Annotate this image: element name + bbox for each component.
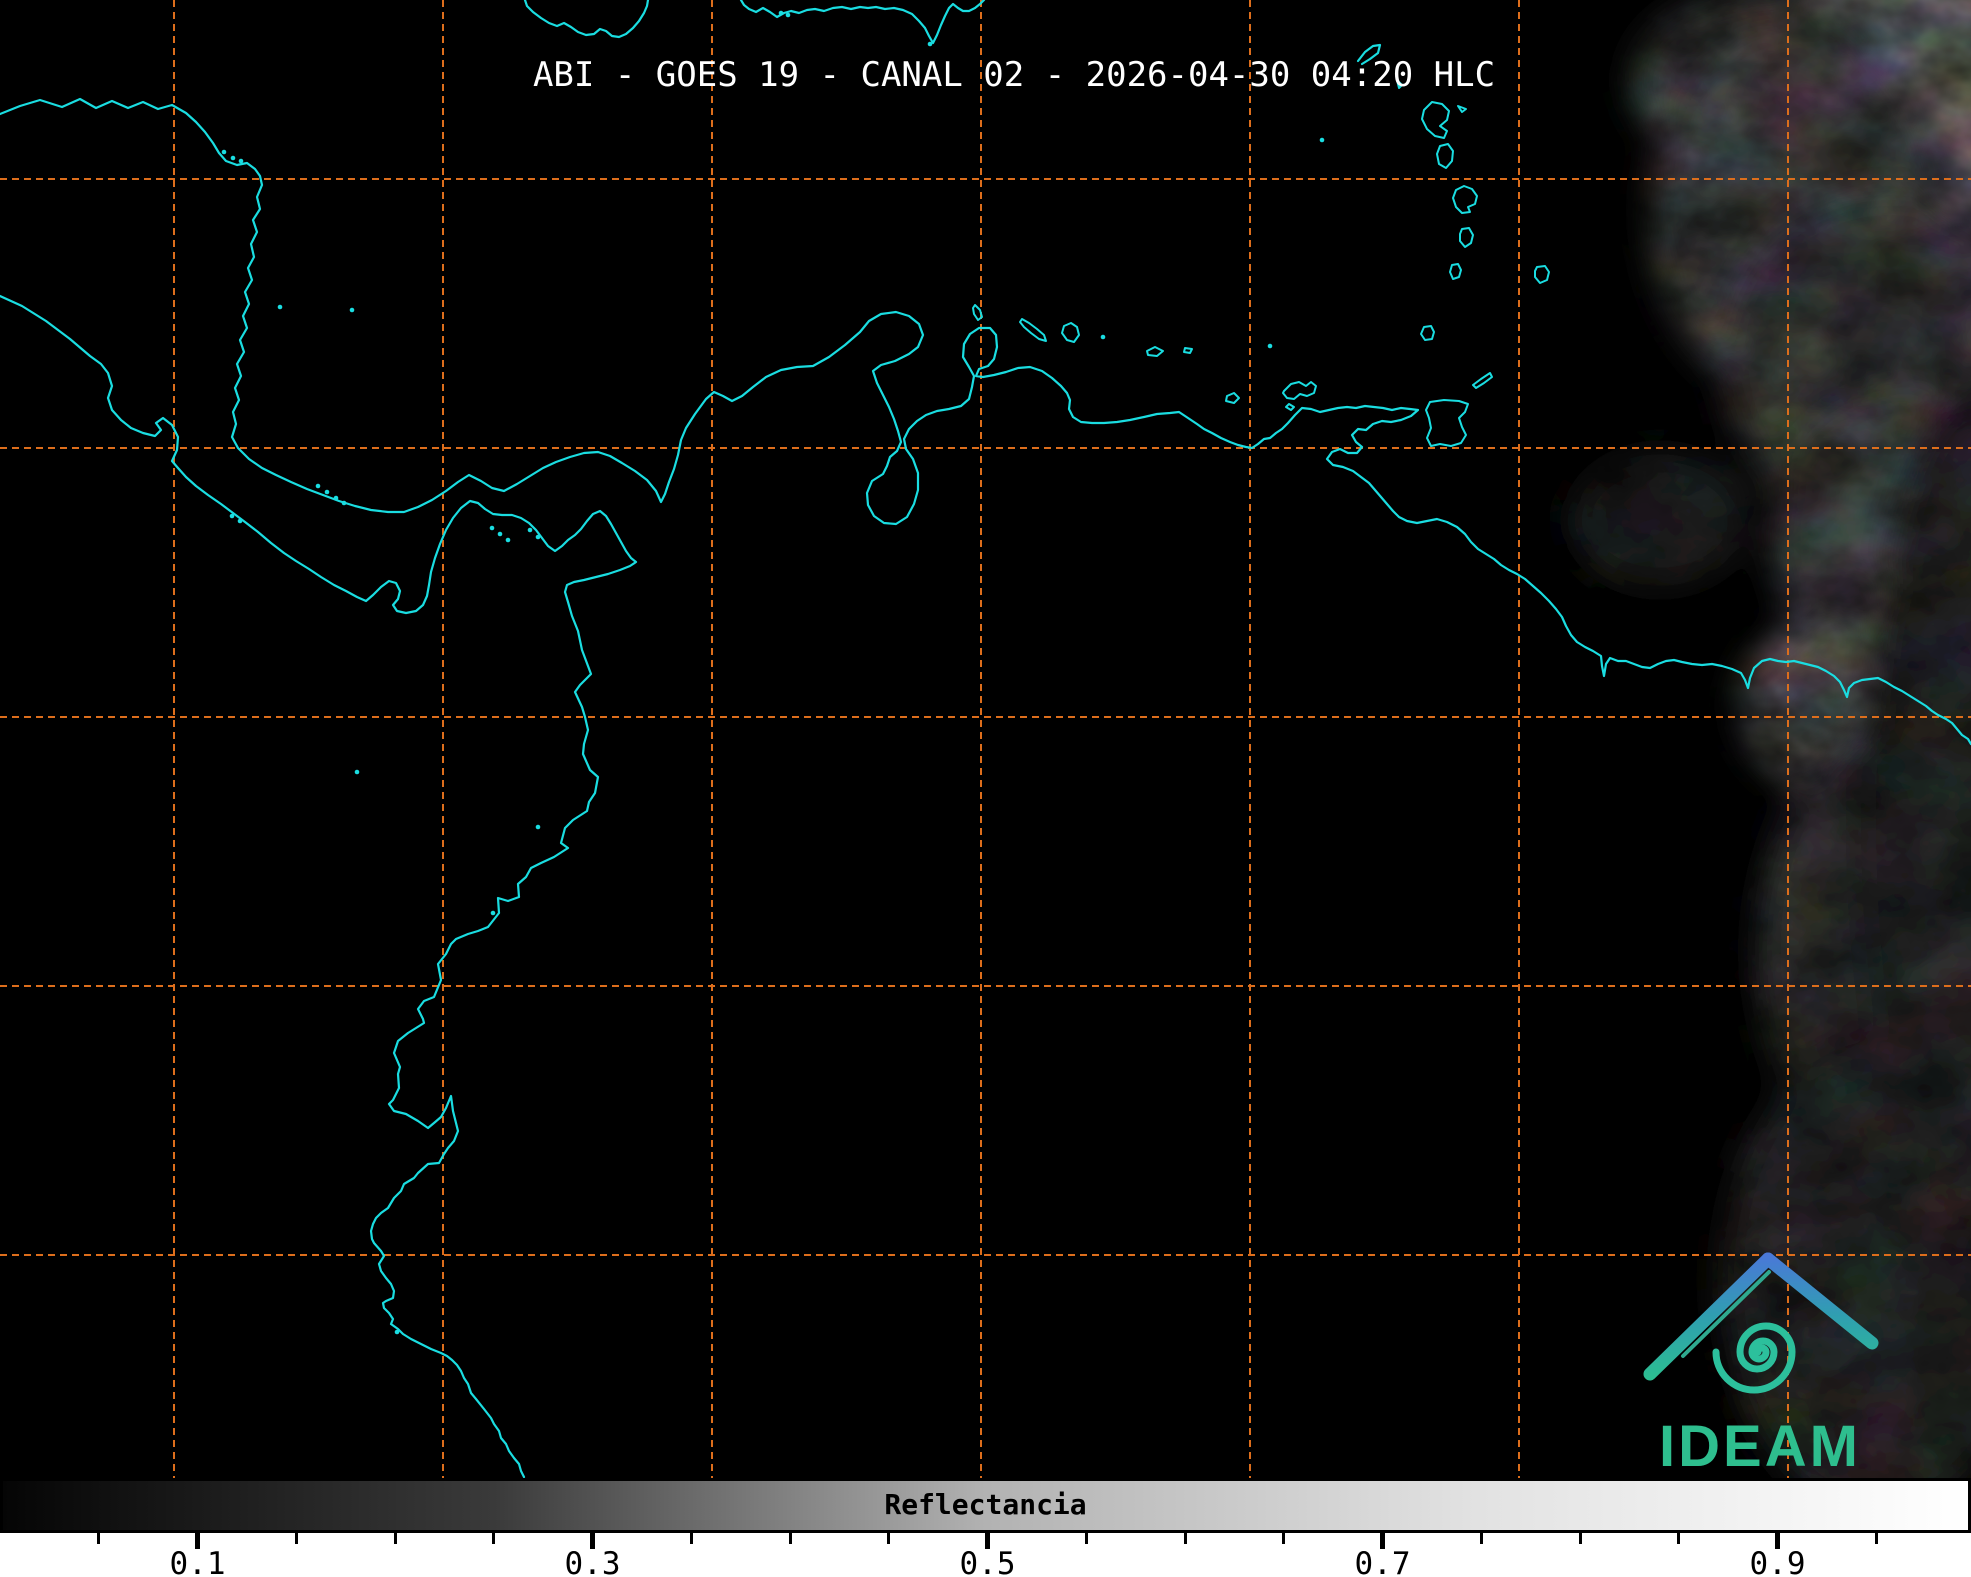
colorbar-tick-label: 0.5 <box>960 1546 1016 1577</box>
colorbar: Reflectancia <box>0 1478 1971 1533</box>
islet-dot <box>1320 138 1325 143</box>
islet-dot <box>316 484 321 489</box>
colorbar-tick-minor <box>492 1533 495 1544</box>
colorbar-tick-minor <box>1480 1533 1483 1544</box>
colorbar-tick-label: 0.9 <box>1750 1546 1806 1577</box>
islet-dot <box>536 535 541 540</box>
islet-dot <box>325 490 330 495</box>
colorbar-label: Reflectancia <box>884 1488 1086 1521</box>
colorbar-tick-minor <box>887 1533 890 1544</box>
islet-dot <box>239 159 244 164</box>
colorbar-tick-minor <box>1184 1533 1187 1544</box>
logo-wordmark: IDEAM <box>1659 1414 1861 1479</box>
colorbar-tick-label: 0.1 <box>170 1546 226 1577</box>
satellite-map: IDEAM <box>0 0 1971 1577</box>
islet-dot <box>786 13 791 18</box>
islet-dot <box>342 501 347 506</box>
colorbar-tick-minor <box>295 1533 298 1544</box>
islet-dot <box>350 308 355 313</box>
islet-dot <box>506 538 511 543</box>
islet-dot <box>238 519 243 524</box>
colorbar-tick-minor <box>690 1533 693 1544</box>
islet-dot <box>230 514 235 519</box>
islet-dot <box>278 305 283 310</box>
islet-dot <box>528 528 533 533</box>
satellite-image-viewport: IDEAM ABI - GOES 19 - CANAL 02 - 2026-04… <box>0 0 1971 1577</box>
colorbar-tick-minor <box>1579 1533 1582 1544</box>
islet-dot <box>1101 335 1106 340</box>
islet-dot <box>355 770 360 775</box>
islet-dot <box>536 825 541 830</box>
colorbar-tick-minor <box>1677 1533 1680 1544</box>
colorbar-tick-label: 0.3 <box>565 1546 621 1577</box>
colorbar-tick-minor <box>789 1533 792 1544</box>
colorbar-tick-minor <box>1085 1533 1088 1544</box>
islet-dot <box>498 532 503 537</box>
colorbar-tick-minor <box>97 1533 100 1544</box>
colorbar-tick-minor <box>1875 1533 1878 1544</box>
islet-dot <box>222 150 227 155</box>
islet-dot <box>231 156 236 161</box>
islet-dot <box>490 526 495 531</box>
image-title: ABI - GOES 19 - CANAL 02 - 2026-04-30 04… <box>533 55 1495 95</box>
colorbar-axis: 0.1 0.3 0.5 0.7 0.9 <box>0 1533 1971 1577</box>
islet-dot <box>334 496 339 501</box>
colorbar-tick-label: 0.7 <box>1355 1546 1411 1577</box>
colorbar-tick-minor <box>1282 1533 1285 1544</box>
islet-dot <box>395 1330 400 1335</box>
islet-dot <box>928 42 933 47</box>
cloud-patch <box>1570 450 1750 590</box>
islet-dot <box>1268 344 1273 349</box>
colorbar-tick-minor <box>394 1533 397 1544</box>
islet-dot <box>491 911 496 916</box>
islet-dot <box>779 11 784 16</box>
